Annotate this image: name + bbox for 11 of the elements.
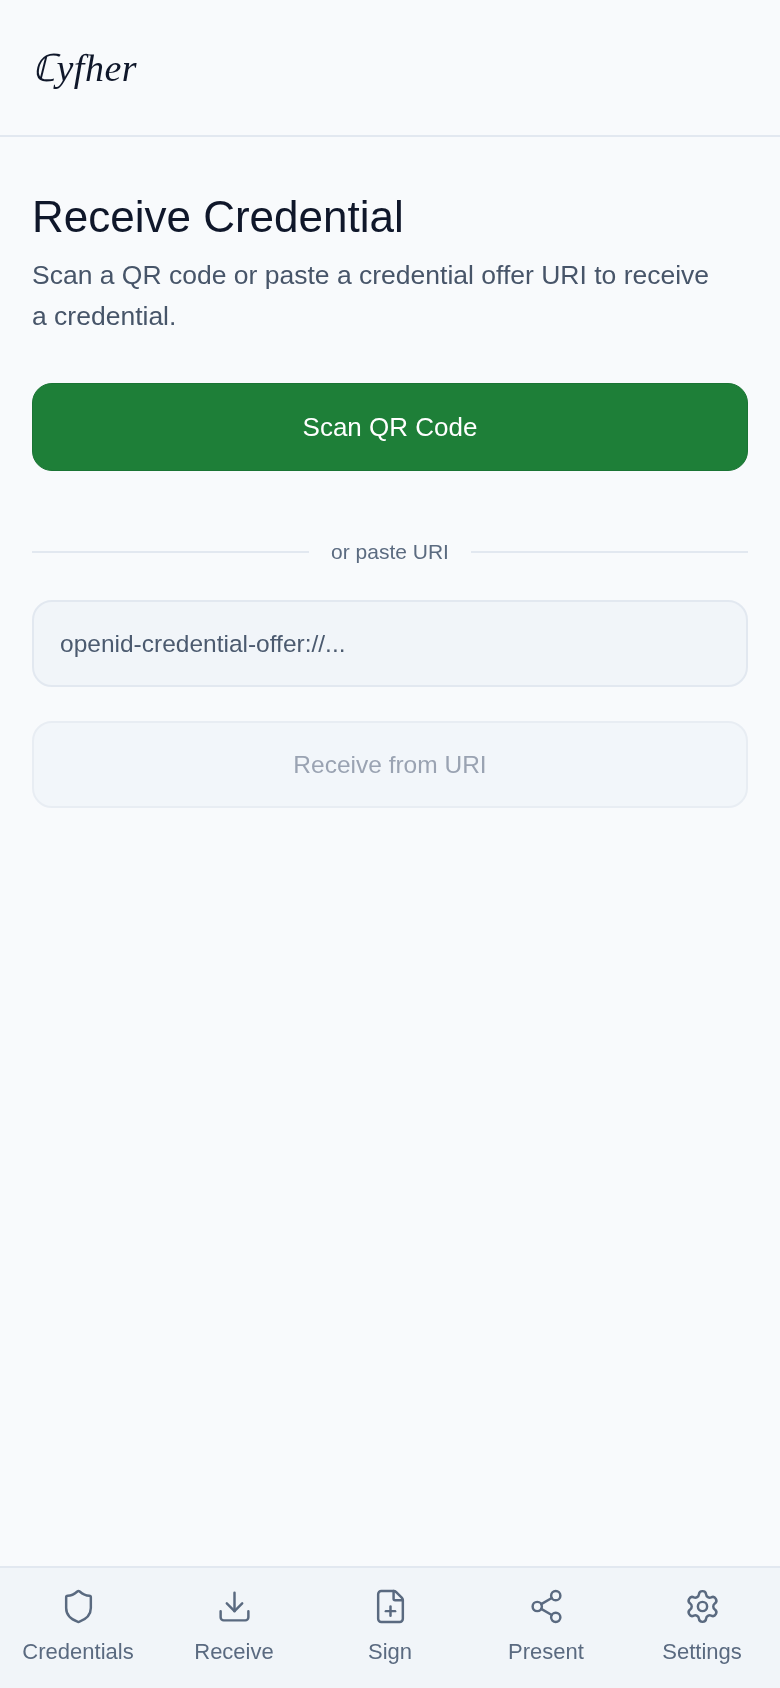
nav-item[interactable]: Sign bbox=[312, 1588, 468, 1665]
page-title: Receive Credential bbox=[32, 191, 405, 243]
app-logo: ℂyfher bbox=[32, 45, 138, 91]
nav-item[interactable]: Credentials bbox=[0, 1588, 156, 1665]
nav-item[interactable]: Receive bbox=[156, 1588, 312, 1665]
nav-item[interactable]: Settings bbox=[624, 1588, 780, 1665]
page-subtitle: Scan a QR code or paste a credential offer URI to receive a credential. bbox=[32, 259, 711, 333]
divider-label: or paste URI bbox=[331, 539, 449, 565]
nav-item[interactable]: Present bbox=[468, 1588, 624, 1665]
scan-qr-button[interactable]: Scan QR Code bbox=[32, 383, 748, 471]
uri-input-field[interactable]: openid-credential-offer://... bbox=[32, 600, 748, 687]
